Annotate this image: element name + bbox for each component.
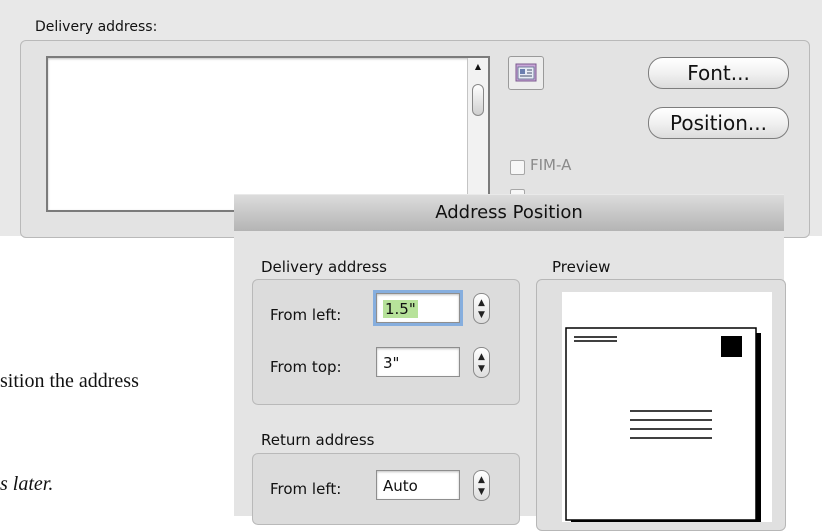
delivery-section-label: Delivery address: [261, 258, 387, 276]
preview-panel: [536, 279, 786, 531]
preview-label: Preview: [552, 258, 611, 276]
from-left-value: 1.5": [383, 300, 418, 318]
return-from-left-label: From left:: [270, 480, 342, 498]
document-text-line-2: s later.: [0, 473, 54, 495]
delivery-address-textarea[interactable]: ▲: [46, 56, 490, 212]
document-text-line-1: sition the address: [0, 370, 139, 392]
delivery-address-label: Delivery address:: [35, 19, 158, 35]
textarea-scrollbar[interactable]: ▲: [467, 58, 488, 210]
fim-a-checkbox[interactable]: [510, 160, 525, 175]
preview-paper: [562, 292, 772, 525]
scroll-thumb[interactable]: [472, 84, 484, 116]
return-from-left-value: Auto: [383, 477, 418, 495]
from-top-value: 3": [383, 354, 400, 372]
from-top-input[interactable]: 3": [376, 347, 460, 377]
return-from-left-stepper-icon[interactable]: ▲ ▼: [473, 470, 490, 501]
return-from-left-input[interactable]: Auto: [376, 470, 460, 500]
font-button[interactable]: Font...: [648, 57, 789, 89]
address-position-titlebar[interactable]: Address Position: [234, 194, 784, 232]
address-book-icon[interactable]: [508, 56, 544, 90]
from-top-label: From top:: [270, 358, 342, 376]
scroll-up-arrow-icon[interactable]: ▲: [468, 62, 488, 71]
from-left-input[interactable]: 1.5": [373, 290, 463, 326]
position-button[interactable]: Position...: [648, 107, 789, 139]
address-position-dialog: Delivery address From left: 1.5" ▲ ▼ From…: [234, 231, 786, 531]
dialog-title: Address Position: [435, 202, 583, 223]
from-top-stepper-icon[interactable]: ▲ ▼: [473, 347, 490, 378]
from-left-stepper-icon[interactable]: ▲ ▼: [473, 293, 490, 324]
fim-a-label: FIM-A: [530, 156, 572, 174]
from-left-label: From left:: [270, 306, 342, 324]
envelope-preview-graphic: [565, 327, 761, 525]
return-section-label: Return address: [261, 431, 375, 449]
